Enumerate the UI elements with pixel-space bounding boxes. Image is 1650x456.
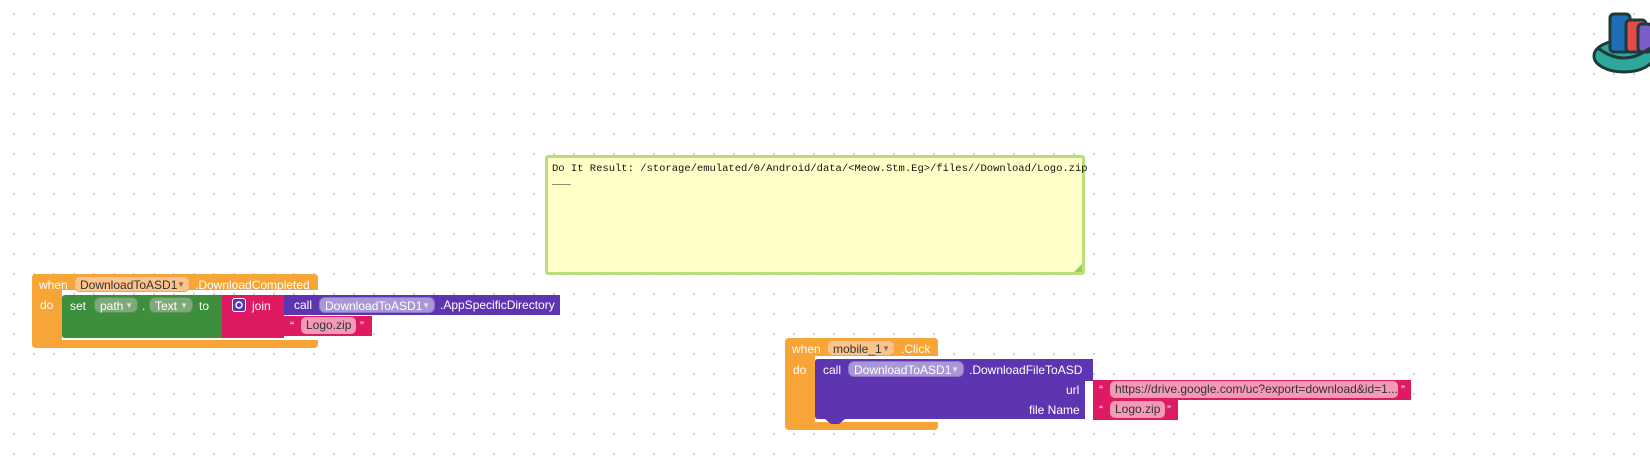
backpack-icon[interactable] — [1590, 6, 1650, 74]
chevron-down-icon: ▼ — [180, 301, 188, 310]
app-specific-directory-call-block[interactable]: call DownloadToASD1 ▼ .AppSpecificDirect… — [284, 295, 560, 315]
do-keyword: do — [40, 298, 54, 312]
open-quote-icon: “ — [290, 319, 294, 333]
event-name: .Click — [901, 342, 931, 356]
dot-separator: . — [142, 299, 146, 313]
method-name: .DownloadFileToASD — [969, 363, 1083, 377]
property-dropdown-label: Text — [155, 299, 178, 313]
url-string-value[interactable]: https://drive.google.com/uc?export=downl… — [1110, 381, 1398, 398]
comment-resize-handle[interactable] — [1074, 264, 1082, 272]
filename-param-label: file Name — [1029, 403, 1080, 417]
call-component-dropdown-label: DownloadToASD1 — [854, 363, 952, 377]
chevron-down-icon: ▼ — [125, 301, 133, 310]
path-dropdown[interactable]: path ▼ — [94, 297, 138, 313]
url-text-block[interactable]: “ https://drive.google.com/uc?export=dow… — [1093, 380, 1411, 400]
url-param-label: url — [1066, 383, 1080, 397]
close-quote-icon: ” — [1401, 383, 1405, 397]
set-keyword: set — [70, 299, 87, 313]
close-quote-icon: ” — [1167, 403, 1171, 417]
open-quote-icon: “ — [1099, 383, 1103, 397]
open-quote-icon: “ — [1099, 403, 1103, 417]
property-dropdown[interactable]: Text ▼ — [149, 297, 193, 313]
component-dropdown[interactable]: DownloadToASD1 ▼ — [74, 276, 190, 292]
download-file-call-block[interactable]: call DownloadToASD1 ▼ .DownloadFileToASD… — [815, 359, 1093, 424]
filename-text-block[interactable]: “ Logo.zip ” — [1093, 400, 1178, 420]
filename-string-value[interactable]: Logo.zip — [1110, 401, 1166, 418]
chevron-down-icon: ▼ — [882, 344, 890, 353]
component-dropdown-label: mobile_1 — [833, 342, 882, 356]
string-value[interactable]: Logo.zip — [301, 317, 357, 334]
event-name: .DownloadCompleted — [195, 278, 310, 292]
join-block[interactable]: join — [222, 295, 284, 338]
when-keyword: when — [39, 278, 68, 292]
to-keyword: to — [199, 299, 210, 313]
component-dropdown-label: DownloadToASD1 — [80, 278, 178, 292]
chevron-down-icon: ▼ — [951, 365, 959, 374]
call-component-dropdown-label: DownloadToASD1 — [325, 299, 423, 313]
text-string-block[interactable]: “ Logo.zip ” — [284, 316, 372, 336]
close-quote-icon: ” — [360, 319, 364, 333]
chevron-down-icon: ▼ — [177, 280, 185, 289]
gear-icon[interactable] — [232, 298, 246, 312]
do-it-result-comment[interactable]: Do It Result: /storage/emulated/0/Androi… — [545, 155, 1088, 275]
join-keyword: join — [252, 299, 271, 313]
method-name: .AppSpecificDirectory — [440, 298, 555, 312]
do-it-result-text: Do It Result: /storage/emulated/0/Androi… — [552, 163, 1088, 175]
path-dropdown-label: path — [100, 299, 124, 313]
set-property-block[interactable]: set path ▼ . Text ▼ to — [62, 295, 222, 338]
call-keyword: call — [823, 363, 842, 377]
do-keyword: do — [793, 363, 807, 377]
comment-cursor-line: ___ — [552, 176, 571, 188]
call-keyword: call — [294, 298, 313, 312]
call-component-dropdown[interactable]: DownloadToASD1 ▼ — [319, 297, 435, 313]
when-keyword: when — [792, 342, 821, 356]
component-dropdown[interactable]: mobile_1 ▼ — [827, 340, 895, 356]
chevron-down-icon: ▼ — [422, 301, 430, 310]
call-component-dropdown[interactable]: DownloadToASD1 ▼ — [848, 361, 964, 377]
